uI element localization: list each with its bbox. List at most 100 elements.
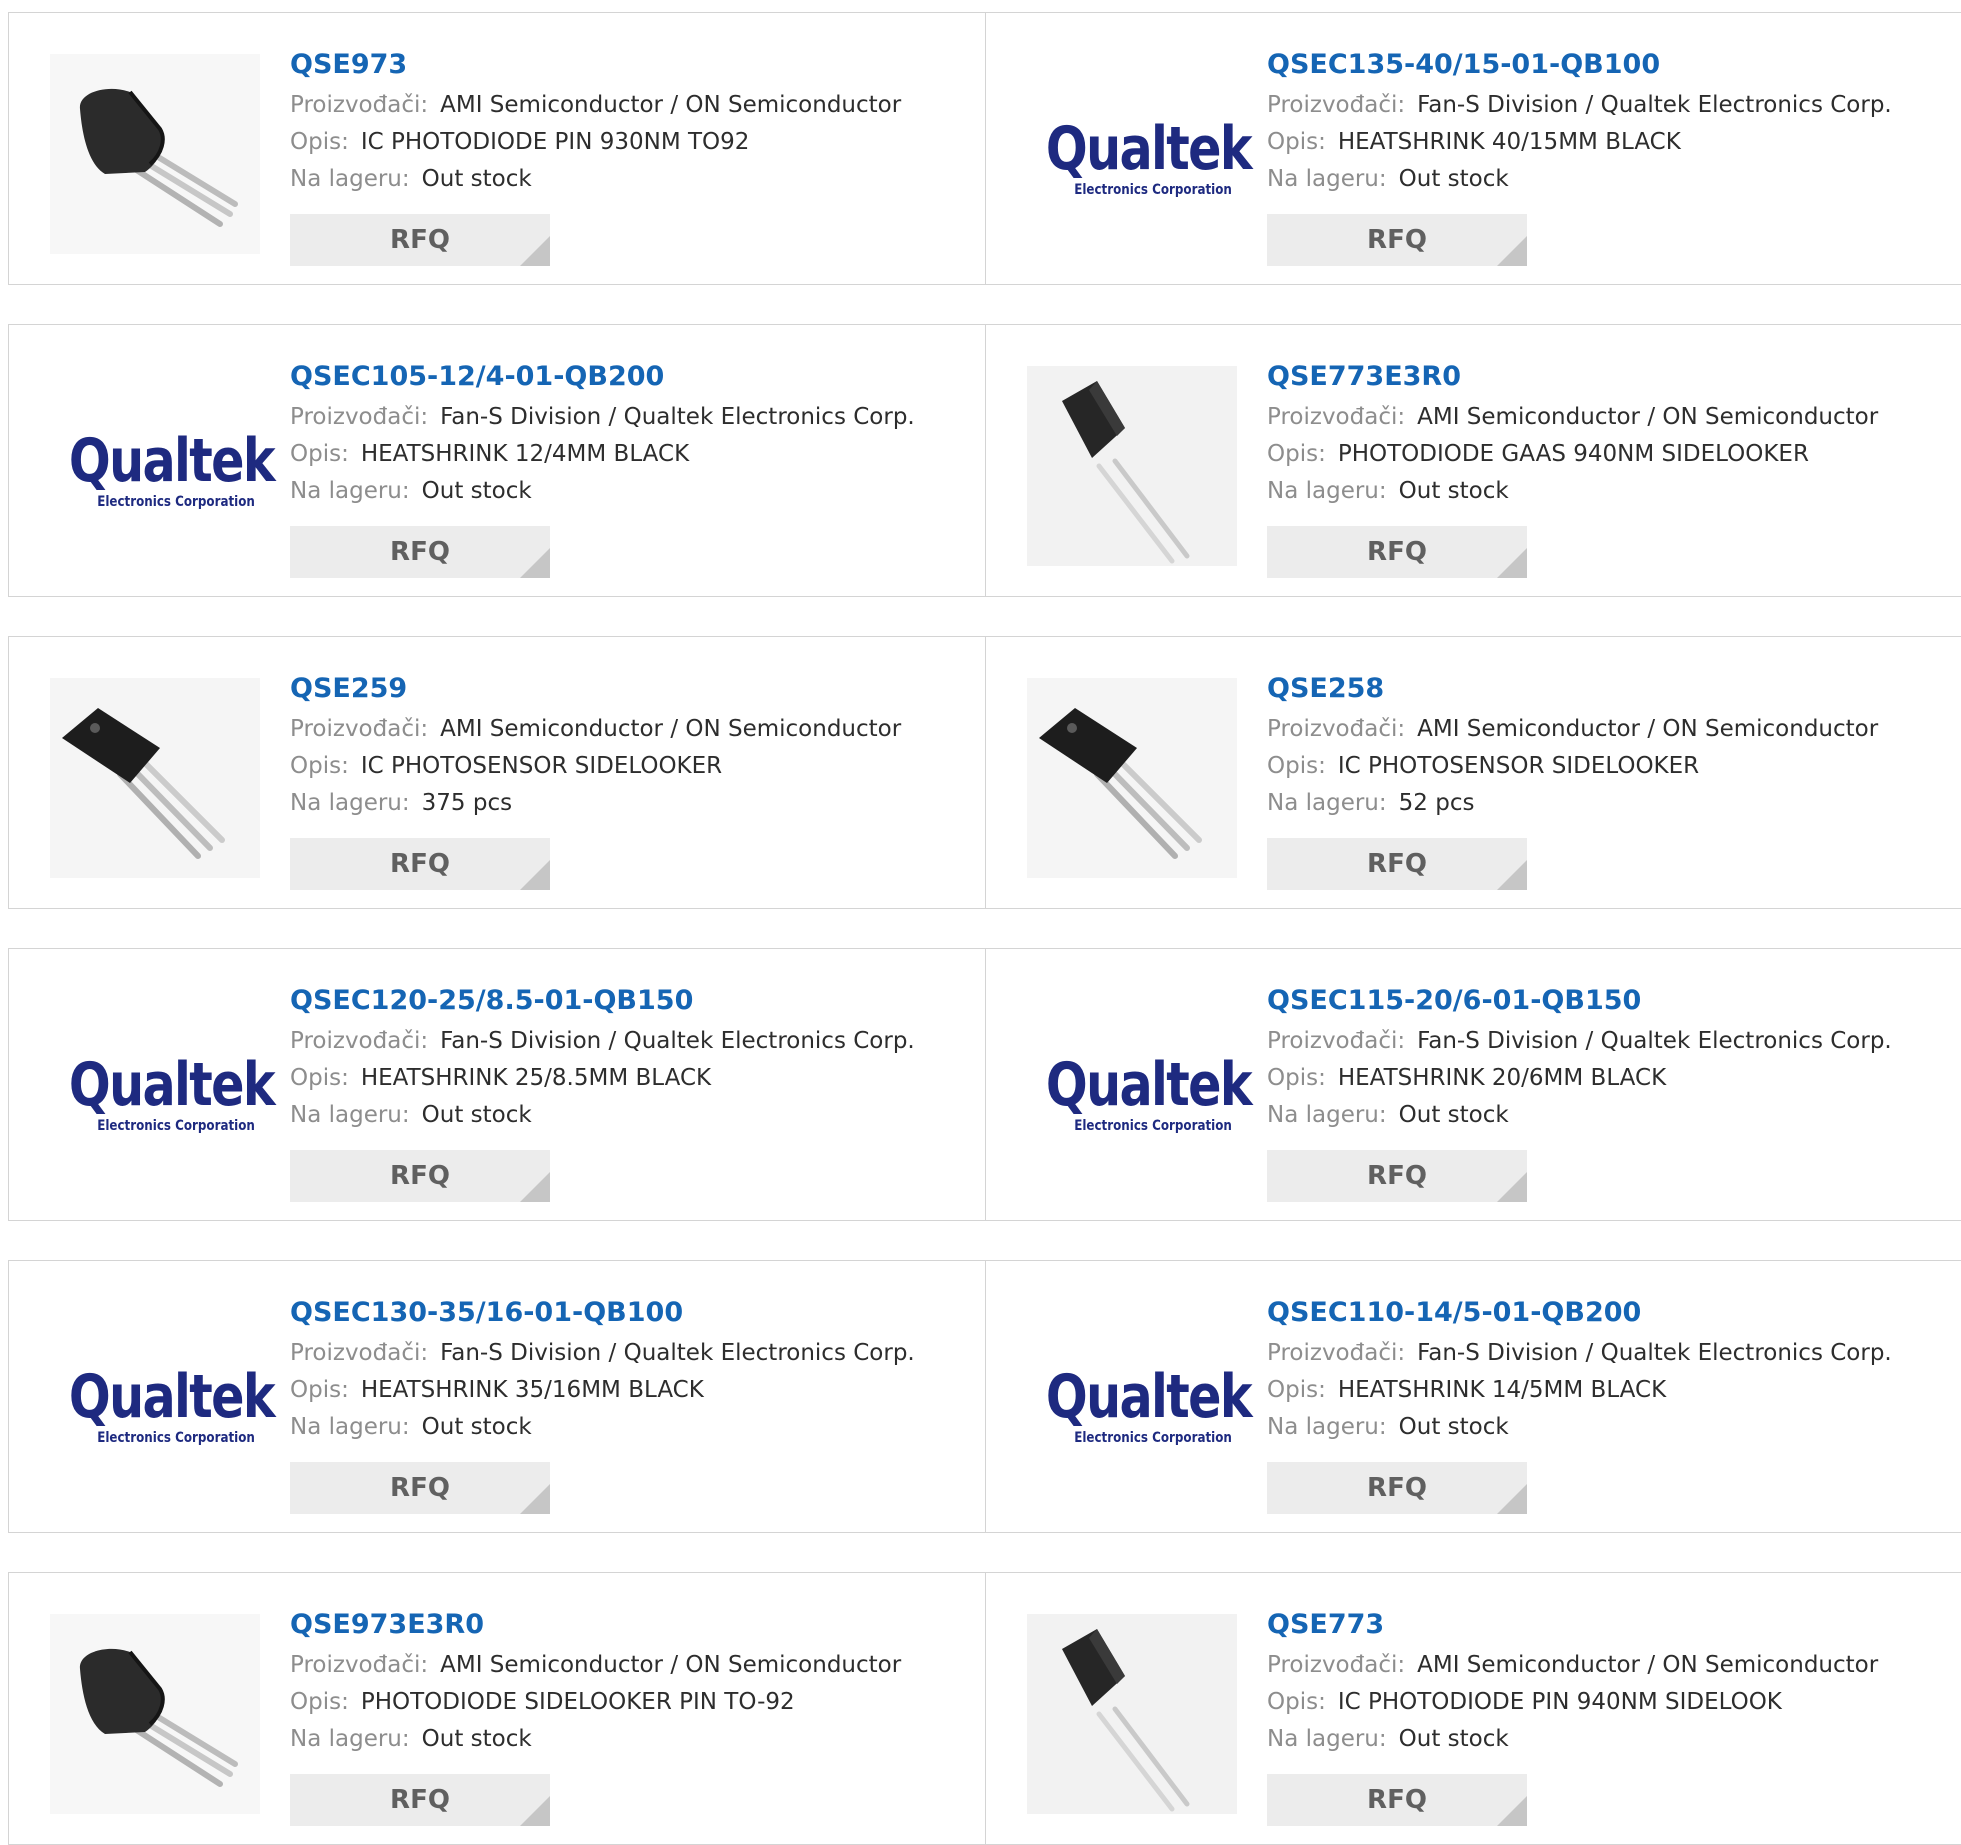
description-line: Opis: IC PHOTOSENSOR SIDELOOKER bbox=[290, 748, 901, 785]
manufacturer-value: Fan-S Division / Qualtek Electronics Cor… bbox=[440, 1028, 915, 1054]
stock-value: Out stock bbox=[1398, 478, 1509, 504]
manufacturer-label: Proizvođači: bbox=[1267, 716, 1406, 742]
part-number-link[interactable]: QSEC105-12/4-01-QB200 bbox=[290, 355, 915, 399]
part-number-link[interactable]: QSE259 bbox=[290, 667, 901, 711]
rfq-label: RFQ bbox=[390, 1785, 450, 1815]
description-label: Opis: bbox=[1267, 1065, 1326, 1091]
description-label: Opis: bbox=[290, 441, 349, 467]
photosensor-icon bbox=[50, 678, 260, 878]
stock-value: Out stock bbox=[1398, 166, 1509, 192]
stock-line: Na lageru: Out stock bbox=[290, 1721, 901, 1758]
description-line: Opis: HEATSHRINK 12/4MM BLACK bbox=[290, 436, 915, 473]
product-image[interactable] bbox=[50, 678, 260, 878]
manufacturer-line: Proizvođači: Fan-S Division / Qualtek Ele… bbox=[290, 399, 915, 436]
manufacturer-value: AMI Semiconductor / ON Semiconductor bbox=[440, 716, 902, 742]
stock-label: Na lageru: bbox=[1267, 166, 1387, 192]
stock-line: Na lageru: Out stock bbox=[1267, 1721, 1878, 1758]
rfq-button[interactable]: RFQ bbox=[1267, 214, 1527, 266]
product-image[interactable]: Qualtek Electronics Corporation bbox=[1027, 54, 1253, 254]
description-label: Opis: bbox=[1267, 753, 1326, 779]
product-image[interactable]: Qualtek Electronics Corporation bbox=[50, 1302, 276, 1502]
rfq-button[interactable]: RFQ bbox=[290, 1150, 550, 1202]
product-image[interactable]: Qualtek Electronics Corporation bbox=[50, 366, 276, 566]
part-number-link[interactable]: QSE973E3R0 bbox=[290, 1603, 901, 1647]
part-number-link[interactable]: QSEC110-14/5-01-QB200 bbox=[1267, 1291, 1892, 1335]
part-number-link[interactable]: QSEC120-25/8.5-01-QB150 bbox=[290, 979, 915, 1023]
stock-line: Na lageru: Out stock bbox=[1267, 473, 1878, 510]
description-line: Opis: PHOTODIODE GAAS 940NM SIDELOOKER bbox=[1267, 436, 1878, 473]
rfq-button[interactable]: RFQ bbox=[1267, 1462, 1527, 1514]
rfq-button[interactable]: RFQ bbox=[1267, 838, 1527, 890]
product-row: Qualtek Electronics Corporation QSEC120-2… bbox=[8, 948, 1961, 1221]
description-label: Opis: bbox=[290, 129, 349, 155]
description-label: Opis: bbox=[1267, 1377, 1326, 1403]
stock-label: Na lageru: bbox=[290, 1414, 410, 1440]
product-image[interactable]: Qualtek Electronics Corporation bbox=[1027, 990, 1253, 1190]
description-value: IC PHOTODIODE PIN 940NM SIDELOOK bbox=[1337, 1689, 1782, 1715]
description-value: IC PHOTOSENSOR SIDELOOKER bbox=[1337, 753, 1700, 779]
qualtek-logo-word: Qualtek bbox=[1045, 1362, 1253, 1432]
corner-fold-icon bbox=[520, 236, 550, 266]
product-image[interactable] bbox=[1027, 1614, 1237, 1814]
rfq-button[interactable]: RFQ bbox=[290, 1462, 550, 1514]
description-line: Opis: IC PHOTOSENSOR SIDELOOKER bbox=[1267, 748, 1878, 785]
qualtek-logo: Qualtek Electronics Corporation bbox=[1027, 114, 1253, 199]
product-image[interactable] bbox=[50, 1614, 260, 1814]
stock-value: Out stock bbox=[1398, 1726, 1509, 1752]
part-number-link[interactable]: QSEC130-35/16-01-QB100 bbox=[290, 1291, 915, 1335]
product-card: Qualtek Electronics Corporation QSEC120-2… bbox=[9, 949, 985, 1220]
rfq-button[interactable]: RFQ bbox=[290, 214, 550, 266]
qualtek-logo-sub: Electronics Corporation bbox=[1074, 182, 1232, 198]
description-value: IC PHOTOSENSOR SIDELOOKER bbox=[360, 753, 723, 779]
product-image[interactable] bbox=[1027, 678, 1237, 878]
stock-value: Out stock bbox=[421, 1102, 532, 1128]
description-value: HEATSHRINK 20/6MM BLACK bbox=[1337, 1065, 1667, 1091]
manufacturer-value: AMI Semiconductor / ON Semiconductor bbox=[1417, 404, 1879, 430]
corner-fold-icon bbox=[1497, 236, 1527, 266]
stock-line: Na lageru: Out stock bbox=[290, 1409, 915, 1446]
rfq-label: RFQ bbox=[390, 1473, 450, 1503]
corner-fold-icon bbox=[1497, 860, 1527, 890]
corner-fold-icon bbox=[520, 1796, 550, 1826]
qualtek-logo-word: Qualtek bbox=[68, 1362, 276, 1432]
description-label: Opis: bbox=[1267, 129, 1326, 155]
description-value: PHOTODIODE GAAS 940NM SIDELOOKER bbox=[1337, 441, 1809, 467]
rfq-button[interactable]: RFQ bbox=[290, 838, 550, 890]
manufacturer-label: Proizvođači: bbox=[290, 1340, 429, 1366]
description-line: Opis: HEATSHRINK 20/6MM BLACK bbox=[1267, 1060, 1892, 1097]
description-label: Opis: bbox=[1267, 1689, 1326, 1715]
product-card: Qualtek Electronics Corporation QSEC130-3… bbox=[9, 1261, 985, 1532]
product-image[interactable] bbox=[50, 54, 260, 254]
product-image[interactable]: Qualtek Electronics Corporation bbox=[50, 990, 276, 1190]
description-value: HEATSHRINK 40/15MM BLACK bbox=[1337, 129, 1681, 155]
qualtek-logo-sub: Electronics Corporation bbox=[1074, 1430, 1232, 1446]
rfq-button[interactable]: RFQ bbox=[290, 1774, 550, 1826]
rfq-button[interactable]: RFQ bbox=[1267, 1150, 1527, 1202]
rfq-button[interactable]: RFQ bbox=[1267, 526, 1527, 578]
rfq-button[interactable]: RFQ bbox=[1267, 1774, 1527, 1826]
qualtek-logo-word: Qualtek bbox=[68, 426, 276, 496]
part-number-link[interactable]: QSE973 bbox=[290, 43, 901, 87]
qualtek-logo-word: Qualtek bbox=[1045, 114, 1253, 184]
description-line: Opis: HEATSHRINK 35/16MM BLACK bbox=[290, 1372, 915, 1409]
product-card: Qualtek Electronics Corporation QSEC135-4… bbox=[985, 13, 1961, 284]
manufacturer-value: AMI Semiconductor / ON Semiconductor bbox=[440, 1652, 902, 1678]
rfq-button[interactable]: RFQ bbox=[290, 526, 550, 578]
description-line: Opis: HEATSHRINK 25/8.5MM BLACK bbox=[290, 1060, 915, 1097]
corner-fold-icon bbox=[520, 548, 550, 578]
qualtek-logo-word: Qualtek bbox=[68, 1050, 276, 1120]
manufacturer-line: Proizvođači: Fan-S Division / Qualtek Ele… bbox=[290, 1023, 915, 1060]
part-number-link[interactable]: QSE773 bbox=[1267, 1603, 1878, 1647]
product-image[interactable]: Qualtek Electronics Corporation bbox=[1027, 1302, 1253, 1502]
stock-value: Out stock bbox=[421, 478, 532, 504]
manufacturer-value: AMI Semiconductor / ON Semiconductor bbox=[1417, 1652, 1879, 1678]
part-number-link[interactable]: QSE258 bbox=[1267, 667, 1878, 711]
part-number-link[interactable]: QSEC135-40/15-01-QB100 bbox=[1267, 43, 1892, 87]
stock-value: 375 pcs bbox=[421, 790, 513, 816]
stock-value: 52 pcs bbox=[1398, 790, 1475, 816]
corner-fold-icon bbox=[1497, 1484, 1527, 1514]
part-number-link[interactable]: QSE773E3R0 bbox=[1267, 355, 1878, 399]
manufacturer-label: Proizvođači: bbox=[1267, 1652, 1406, 1678]
part-number-link[interactable]: QSEC115-20/6-01-QB150 bbox=[1267, 979, 1892, 1023]
product-image[interactable] bbox=[1027, 366, 1237, 566]
